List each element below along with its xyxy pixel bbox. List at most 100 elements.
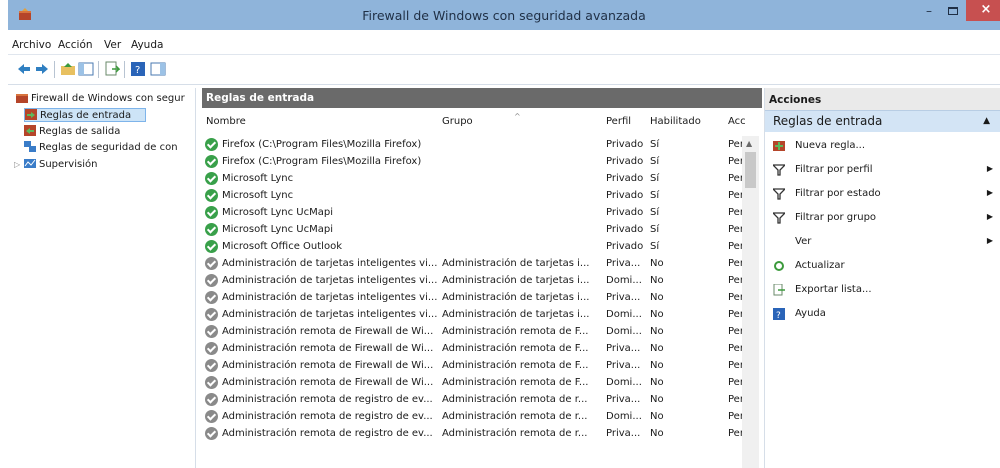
cell-group: Administración remota de F... xyxy=(442,343,589,354)
scroll-up-icon[interactable]: ▲ xyxy=(746,139,752,148)
table-row[interactable]: Administración remota de registro de ev.… xyxy=(202,391,747,408)
column-header-enabled[interactable]: Habilitado xyxy=(650,116,701,134)
forward-arrow-icon[interactable] xyxy=(34,61,50,77)
menu-archivo[interactable]: Archivo xyxy=(12,39,51,51)
up-folder-icon[interactable] xyxy=(60,61,76,77)
toolbar-divider xyxy=(98,61,99,78)
cell-name: Administración remota de Firewall de Wi.… xyxy=(222,377,434,388)
cell-group: Administración de tarjetas i... xyxy=(442,292,590,303)
action-item[interactable]: Filtrar por perfil ▶ xyxy=(771,162,995,178)
cell-group: Administración remota de F... xyxy=(442,360,589,371)
cell-name: Administración remota de Firewall de Wi.… xyxy=(222,360,434,371)
action-item[interactable]: Filtrar por grupo ▶ xyxy=(771,210,995,226)
toolbar-divider xyxy=(124,61,125,78)
actions-pane: Acciones Reglas de entrada ▲ Nueva regla… xyxy=(764,88,1000,468)
rule-disabled-icon xyxy=(205,376,218,389)
rule-enabled-icon xyxy=(205,189,218,202)
table-row[interactable]: Microsoft Lync UcMapi Privado Sí Per xyxy=(202,221,747,238)
action-item[interactable]: Filtrar por estado ▶ xyxy=(771,186,995,202)
cell-profile: Domi... xyxy=(606,309,642,320)
action-label: Actualizar xyxy=(795,260,845,271)
title-bar[interactable]: Firewall de Windows con seguridad avanza… xyxy=(8,0,1000,30)
action-item[interactable]: Ver ▶ xyxy=(773,234,995,250)
table-row[interactable]: Administración de tarjetas inteligentes … xyxy=(202,272,747,289)
table-row[interactable]: Microsoft Lync Privado Sí Per xyxy=(202,187,747,204)
help-icon[interactable]: ? xyxy=(130,61,146,77)
vertical-scrollbar[interactable]: ▲ xyxy=(742,136,759,468)
rule-disabled-icon xyxy=(205,325,218,338)
tree-root-label: Firewall de Windows con segur xyxy=(31,93,185,104)
maximize-button[interactable] xyxy=(942,4,964,24)
cell-group: Administración de tarjetas i... xyxy=(442,309,590,320)
cell-group: Administración de tarjetas i... xyxy=(442,275,590,286)
pane-header: Reglas de entrada xyxy=(202,88,762,108)
console-tree-icon[interactable] xyxy=(78,61,94,77)
cell-profile: Priva... xyxy=(606,258,641,269)
tree-root-firewall[interactable]: Firewall de Windows con segur xyxy=(16,92,185,106)
table-row[interactable]: Administración remota de Firewall de Wi.… xyxy=(202,340,747,357)
action-item[interactable]: Actualizar xyxy=(773,258,995,274)
table-row[interactable]: Firefox (C:\Program Files\Mozilla Firefo… xyxy=(202,136,747,153)
table-row[interactable]: Administración de tarjetas inteligentes … xyxy=(202,255,747,272)
tree-item-outbound-rules[interactable]: Reglas de salida xyxy=(24,125,120,139)
menu-accion[interactable]: Acción xyxy=(58,39,93,51)
cell-group: Administración remota de r... xyxy=(442,411,588,422)
collapse-arrow-icon[interactable]: ▲ xyxy=(983,116,990,126)
action-item[interactable]: ? Ayuda xyxy=(773,306,995,322)
tree-item-connection-security[interactable]: Reglas de seguridad de con xyxy=(24,141,178,155)
tree-item-monitoring[interactable]: ▷ Supervisión xyxy=(14,158,97,172)
column-header-action[interactable]: Acc xyxy=(728,116,746,134)
table-row[interactable]: Administración remota de Firewall de Wi.… xyxy=(202,323,747,340)
refresh-icon xyxy=(773,260,785,272)
cell-name: Administración de tarjetas inteligentes … xyxy=(222,292,438,303)
svg-text:?: ? xyxy=(776,311,781,320)
table-row[interactable]: Administración remota de registro de ev.… xyxy=(202,408,747,425)
table-row[interactable]: Microsoft Office Outlook Privado Sí Per xyxy=(202,238,747,255)
actions-section-inbound[interactable]: Reglas de entrada ▲ xyxy=(765,110,1000,132)
table-row[interactable]: Microsoft Lync Privado Sí Per xyxy=(202,170,747,187)
cell-group: Administración remota de r... xyxy=(442,428,588,439)
back-arrow-icon[interactable] xyxy=(16,61,32,77)
action-item[interactable]: Nueva regla... xyxy=(773,138,995,154)
table-row[interactable]: Administración de tarjetas inteligentes … xyxy=(202,306,747,323)
cell-enabled: Sí xyxy=(650,156,660,167)
column-header-name[interactable]: Nombre xyxy=(206,116,246,134)
minimize-button[interactable]: – xyxy=(918,4,940,24)
action-pane-icon[interactable] xyxy=(150,61,166,77)
cell-profile: Privado xyxy=(606,241,644,252)
action-item[interactable]: Exportar lista... xyxy=(773,282,995,298)
export-list-icon[interactable] xyxy=(104,61,120,77)
column-header-group[interactable]: Grupo xyxy=(442,116,473,134)
rule-disabled-icon xyxy=(205,257,218,270)
cell-profile: Domi... xyxy=(606,275,642,286)
action-label: Ver xyxy=(795,236,812,247)
close-button[interactable]: × xyxy=(966,0,1000,21)
monitoring-icon xyxy=(24,159,36,168)
cell-name: Microsoft Lync UcMapi xyxy=(222,207,333,218)
cell-name: Microsoft Lync xyxy=(222,173,294,184)
tree-item-inbound-rules[interactable]: Reglas de entrada xyxy=(24,108,146,122)
rule-disabled-icon xyxy=(205,291,218,304)
table-row[interactable]: Administración de tarjetas inteligentes … xyxy=(202,289,747,306)
column-header-profile[interactable]: Perfil xyxy=(606,116,631,134)
cell-enabled: No xyxy=(650,258,664,269)
cell-enabled: No xyxy=(650,275,664,286)
menu-ver[interactable]: Ver xyxy=(104,39,121,51)
cell-name: Firefox (C:\Program Files\Mozilla Firefo… xyxy=(222,156,422,167)
cell-name: Administración remota de Firewall de Wi.… xyxy=(222,326,434,337)
filter-icon xyxy=(771,164,787,176)
scroll-thumb[interactable] xyxy=(745,152,756,188)
expand-arrow-icon[interactable]: ▷ xyxy=(14,160,24,169)
table-row[interactable]: Microsoft Lync UcMapi Privado Sí Per xyxy=(202,204,747,221)
table-row[interactable]: Administración remota de Firewall de Wi.… xyxy=(202,357,747,374)
submenu-arrow-icon: ▶ xyxy=(986,164,993,173)
cell-profile: Privado xyxy=(606,139,644,150)
cell-profile: Privado xyxy=(606,173,644,184)
action-label: Exportar lista... xyxy=(795,284,872,295)
menu-ayuda[interactable]: Ayuda xyxy=(131,39,163,51)
table-row[interactable]: Firefox (C:\Program Files\Mozilla Firefo… xyxy=(202,153,747,170)
cell-profile: Priva... xyxy=(606,343,641,354)
table-row[interactable]: Administración remota de registro de ev.… xyxy=(202,425,747,442)
filter-icon xyxy=(771,212,787,224)
table-row[interactable]: Administración remota de Firewall de Wi.… xyxy=(202,374,747,391)
